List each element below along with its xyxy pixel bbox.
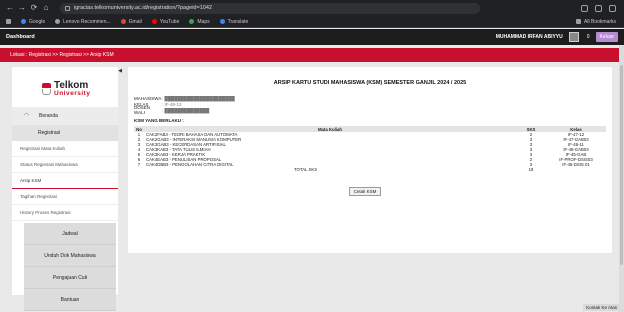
- sidebar-link-history[interactable]: History Proses Registrasi: [12, 205, 118, 221]
- sidebar-group-menu: Jadwal Unduh Dok Mahasiswa Pengajuan Cut…: [24, 223, 116, 311]
- bookmarks-bar: Google Lenovo Recommen... Gmail YouTube …: [0, 16, 624, 28]
- menu-icon[interactable]: [609, 4, 616, 12]
- bookmark-apps-icon[interactable]: [6, 19, 11, 24]
- sidebar-item-unduh-dok[interactable]: Unduh Dok Mahasiswa: [24, 245, 116, 267]
- dashboard-link[interactable]: Dashboard: [6, 34, 35, 40]
- sidebar-item-jadwal[interactable]: Jadwal: [24, 223, 116, 245]
- ksm-section-label: KSM YANG BERLAKU :: [134, 118, 184, 123]
- folder-icon: [576, 19, 582, 24]
- print-ksm-button[interactable]: Cetak KSM: [349, 187, 381, 196]
- maps-icon: [189, 19, 195, 24]
- info-value: : ██████████████████████: [162, 95, 235, 101]
- info-value: : IF-48-12: [162, 101, 182, 107]
- ksm-panel: ARSIP KARTU STUDI MAHASISWA (KSM) SEMEST…: [128, 67, 612, 253]
- bookmark-translate[interactable]: Translate: [219, 19, 248, 25]
- total-sks-value: 19: [528, 167, 534, 172]
- sidebar-item-label: Beranda: [39, 113, 58, 119]
- avatar[interactable]: [568, 32, 579, 42]
- sidebar-item-bantuan[interactable]: Bantuan: [24, 289, 116, 311]
- url-text[interactable]: igracias.telkomuniversity.ac.id/registra…: [74, 5, 212, 11]
- info-label: DOSEN WALI: [134, 105, 151, 115]
- extensions-icon[interactable]: [581, 4, 588, 12]
- youtube-icon: [151, 19, 157, 24]
- lock-icon[interactable]: [65, 5, 70, 11]
- address-bar[interactable]: igracias.telkomuniversity.ac.id/registra…: [60, 2, 480, 14]
- home-icon[interactable]: ⌂: [42, 4, 50, 12]
- info-value: : ██████████████: [162, 107, 210, 113]
- sidebar-item-registrasi[interactable]: Registrasi: [12, 125, 118, 141]
- student-info: MAHASISWA : ██████████████████████ KELAS…: [134, 95, 235, 116]
- total-row: TOTAL SKS 19: [134, 167, 606, 172]
- page-title: ARSIP KARTU STUDI MAHASISWA (KSM) SEMEST…: [273, 80, 467, 86]
- reload-icon[interactable]: ⟳: [30, 4, 38, 12]
- sidebar-link-tagihan[interactable]: Tagihan Registrasi: [12, 189, 118, 205]
- wifi-icon: ◠: [24, 112, 30, 119]
- breadcrumb: Lokasi : Registrasi >> Registrasi >> Ars…: [0, 48, 624, 62]
- logout-button[interactable]: Keluar: [595, 32, 618, 42]
- notification-count[interactable]: 0: [587, 34, 590, 40]
- info-row-dosen-wali: DOSEN WALI : ██████████████: [134, 105, 235, 115]
- sidebar-link-status-registrasi[interactable]: Status Registrasi Mahasiswa: [12, 157, 118, 173]
- scrollbar-thumb[interactable]: [620, 65, 623, 265]
- sidebar-item-beranda[interactable]: ◠ Beranda: [12, 107, 118, 125]
- back-icon[interactable]: ←: [6, 4, 14, 12]
- sidebar-item-pengajuan-cuti[interactable]: Pengajuan Cuti: [24, 267, 116, 289]
- info-label: MAHASISWA: [134, 95, 162, 101]
- browser-actions: [581, 4, 616, 12]
- sidebar-link-registrasi-mk[interactable]: Registrasi Mata Kuliah: [12, 141, 118, 157]
- total-sks-label: TOTAL SKS: [294, 167, 318, 172]
- bookmark-gmail[interactable]: Gmail: [120, 19, 142, 25]
- app-header: Dashboard MUHAMMAD IRFAN ABIYYU 0 Keluar: [0, 29, 624, 45]
- ksm-table: No Mata Kuliah SKS Kelas 1 CAK2FAB3 - TE…: [134, 126, 606, 172]
- forward-icon[interactable]: →: [18, 4, 26, 12]
- logo-subtitle: University: [54, 89, 91, 97]
- sidebar: ◀ Telkom University ◠ Beranda Registrasi…: [12, 67, 122, 311]
- sidebar-main-menu: ◠ Beranda Registrasi: [12, 107, 118, 141]
- google-icon: [21, 19, 26, 24]
- bookmark-youtube[interactable]: YouTube: [151, 19, 179, 25]
- bookmark-google[interactable]: Google: [21, 19, 45, 25]
- contact-button[interactable]: Kontak Ke Atas: [583, 304, 620, 311]
- translate-icon: [219, 19, 225, 24]
- sidebar-toggle-icon[interactable]: ◀: [118, 68, 122, 74]
- user-name: MUHAMMAD IRFAN ABIYYU: [495, 34, 563, 40]
- sidebar-link-arsip-ksm[interactable]: Arsip KSM: [12, 173, 118, 189]
- page-scrollbar[interactable]: [619, 45, 624, 312]
- bookmark-lenovo[interactable]: Lenovo Recommen...: [55, 19, 111, 25]
- profile-icon[interactable]: [595, 4, 602, 12]
- all-bookmarks[interactable]: All Bookmarks: [576, 19, 616, 25]
- browser-nav: ← → ⟳ ⌂: [6, 4, 50, 12]
- info-row-mahasiswa: MAHASISWA : ██████████████████████: [134, 95, 235, 101]
- gmail-icon: [120, 19, 126, 24]
- telkom-logo: Telkom University: [12, 67, 118, 101]
- folder-icon: [55, 19, 61, 24]
- telkom-logo-icon: [42, 83, 51, 95]
- browser-toolbar: ← → ⟳ ⌂ igracias.telkomuniversity.ac.id/…: [0, 0, 624, 16]
- bookmark-maps[interactable]: Maps: [189, 19, 210, 25]
